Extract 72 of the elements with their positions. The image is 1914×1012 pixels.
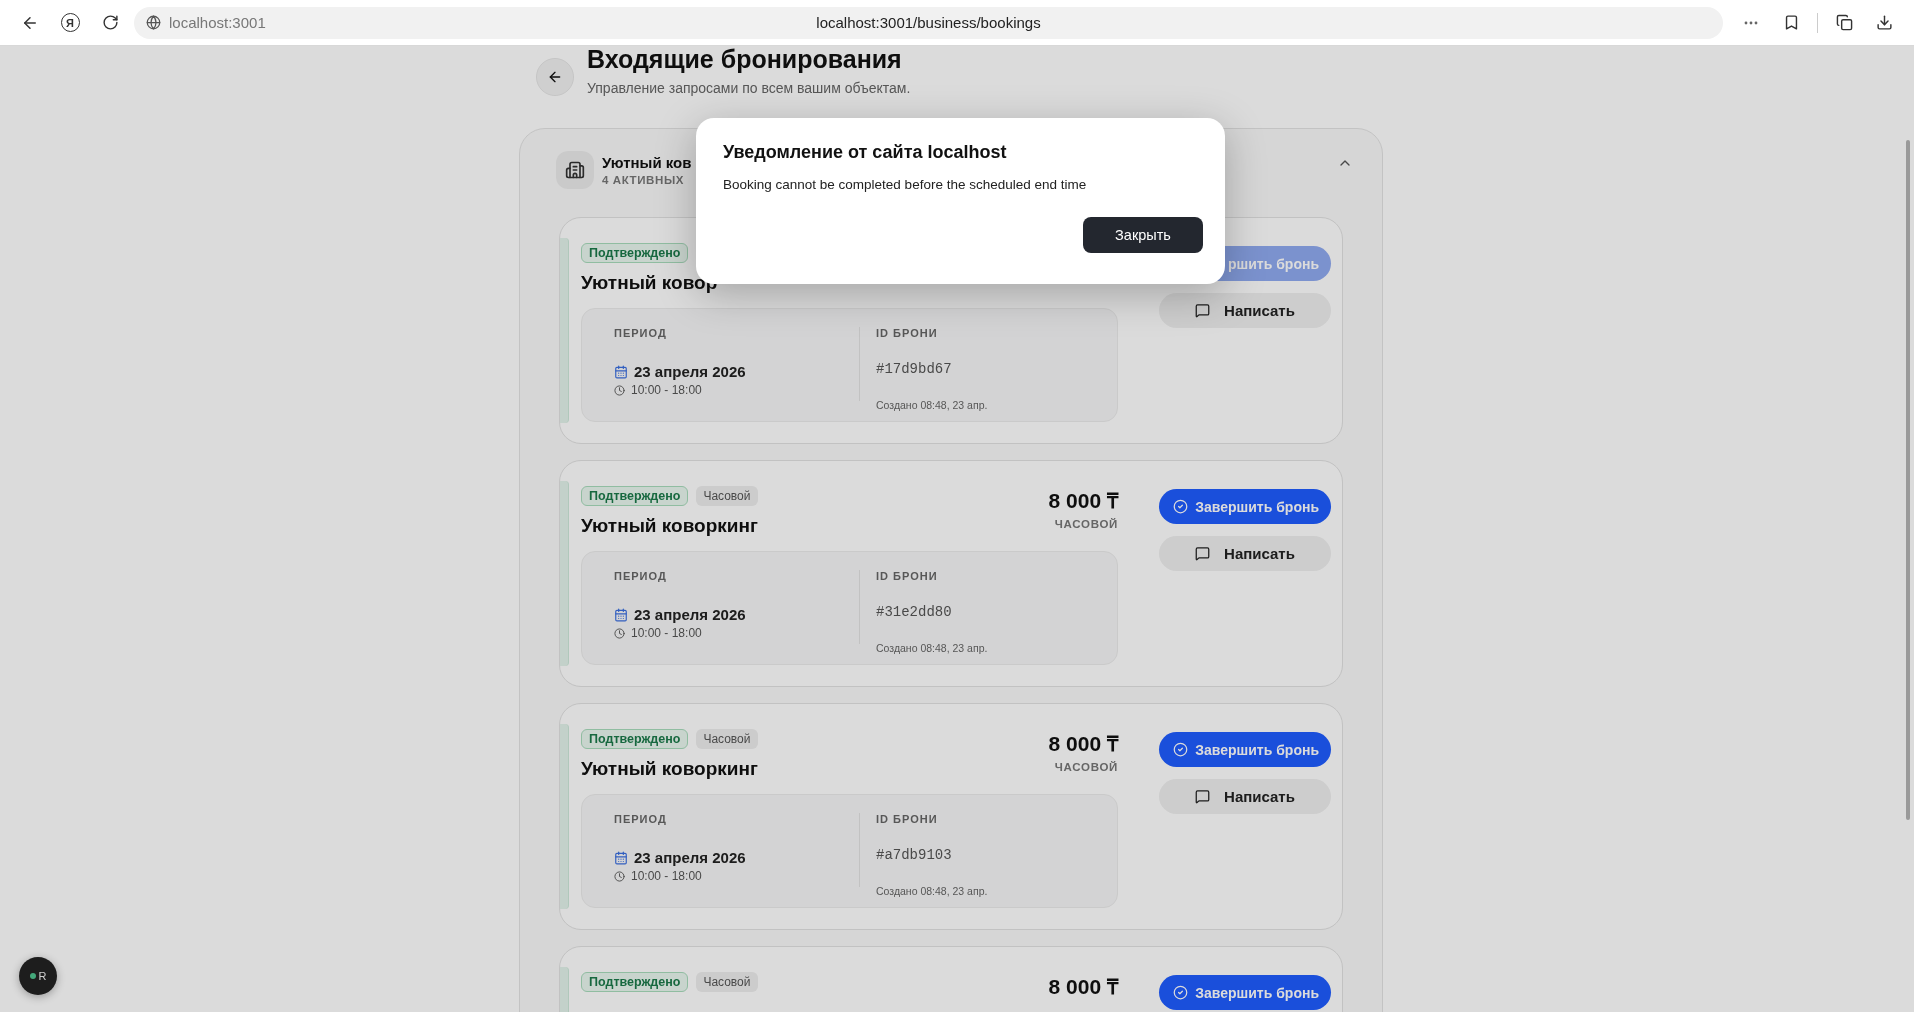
back-button[interactable] (536, 58, 574, 96)
period-label: ПЕРИОД (614, 327, 668, 339)
calendar-icon (614, 607, 628, 622)
assistant-label: R (38, 970, 47, 982)
created-time: Создано 08:48, 23 апр. (876, 399, 988, 411)
price-unit: ЧАСОВОЙ (1053, 518, 1118, 530)
clock-icon (614, 870, 625, 882)
reload-icon (101, 14, 119, 31)
booking-date: 23 апреля 2026 (634, 849, 746, 866)
property-name: Уютный ков (602, 154, 692, 171)
status-badge: Подтверждено (581, 729, 689, 749)
booking-id-label: ID БРОНИ (876, 570, 939, 582)
complete-booking-button[interactable]: Завершить бронь (1159, 975, 1331, 1010)
dialog-message: Booking cannot be completed before the scheduled end time (723, 177, 1088, 192)
calendar-icon (614, 850, 628, 865)
period-label: ПЕРИОД (614, 813, 668, 825)
more-icon (1744, 20, 1758, 25)
created-time: Создано 08:48, 23 апр. (876, 885, 988, 897)
assistant-button[interactable]: R (19, 957, 57, 995)
status-dot (29, 973, 36, 979)
check-circle-icon (1173, 985, 1189, 1000)
price: 8 000 ₸ (1048, 974, 1118, 1000)
chat-icon (1195, 789, 1211, 804)
booking-title: Уютный коворкинг (581, 515, 758, 537)
dialog-title: Уведомление от сайта localhost (723, 142, 1008, 163)
page-subtitle: Управление запросами по всем вашим объектам. (587, 80, 911, 96)
complete-booking-button[interactable]: Завершить бронь (1159, 732, 1331, 767)
complete-booking-button[interactable]: Завершить бронь (1159, 489, 1331, 524)
created-time: Создано 08:48, 23 апр. (876, 642, 988, 654)
status-badge: Подтверждено (581, 972, 689, 992)
booking-count: 4 АКТИВНЫХ (602, 174, 686, 186)
booking-id-label: ID БРОНИ (876, 327, 939, 339)
booking-time: 10:00 - 18:00 (631, 869, 702, 883)
price: 8 000 ₸ (1048, 731, 1118, 757)
site-name: localhost:3001 (169, 14, 266, 31)
browser-logo-button[interactable]: Я (50, 4, 90, 41)
price: 8 000 ₸ (1048, 488, 1118, 514)
price-unit: ЧАСОВОЙ (1053, 761, 1118, 773)
pages-icon (1835, 14, 1853, 31)
type-badge: Часовой (696, 729, 758, 749)
calendar-icon (614, 364, 628, 379)
clock-icon (614, 384, 625, 396)
booking-date: 23 апреля 2026 (634, 363, 746, 380)
chat-icon (1195, 303, 1211, 318)
booking-date: 23 апреля 2026 (634, 606, 746, 623)
booking-id: #31e2dd80 (876, 604, 953, 620)
type-badge: Часовой (696, 486, 758, 506)
booking-id-label: ID БРОНИ (876, 813, 939, 825)
booking-time: 10:00 - 18:00 (631, 626, 702, 640)
check-circle-icon (1173, 499, 1189, 514)
status-badge: Подтверждено (581, 243, 689, 263)
booking-title: Уютный коворкинг (581, 758, 758, 780)
close-button[interactable]: Закрыть (1083, 217, 1203, 253)
address-bar[interactable]: localhost:3001 localhost:3001/business/bookings (134, 6, 1723, 39)
type-badge: Часовой (696, 972, 758, 992)
building-icon (556, 151, 594, 189)
booking-time: 10:00 - 18:00 (631, 383, 702, 397)
check-circle-icon (1173, 742, 1189, 757)
page-title: Входящие бронирования (587, 46, 903, 74)
page-url: localhost:3001/business/bookings (816, 14, 1041, 31)
globe-icon (146, 15, 161, 30)
booking-id: #a7db9103 (876, 847, 953, 863)
message-button[interactable]: Написать (1159, 293, 1331, 328)
message-button[interactable]: Написать (1159, 536, 1331, 571)
clock-icon (614, 627, 625, 639)
chat-icon (1195, 546, 1211, 561)
status-badge: Подтверждено (581, 486, 689, 506)
period-label: ПЕРИОД (614, 570, 668, 582)
booking-id: #17d9bd67 (876, 361, 953, 377)
download-icon (1875, 14, 1893, 31)
scrollbar-thumb[interactable] (1906, 140, 1910, 820)
message-button[interactable]: Написать (1159, 779, 1331, 814)
